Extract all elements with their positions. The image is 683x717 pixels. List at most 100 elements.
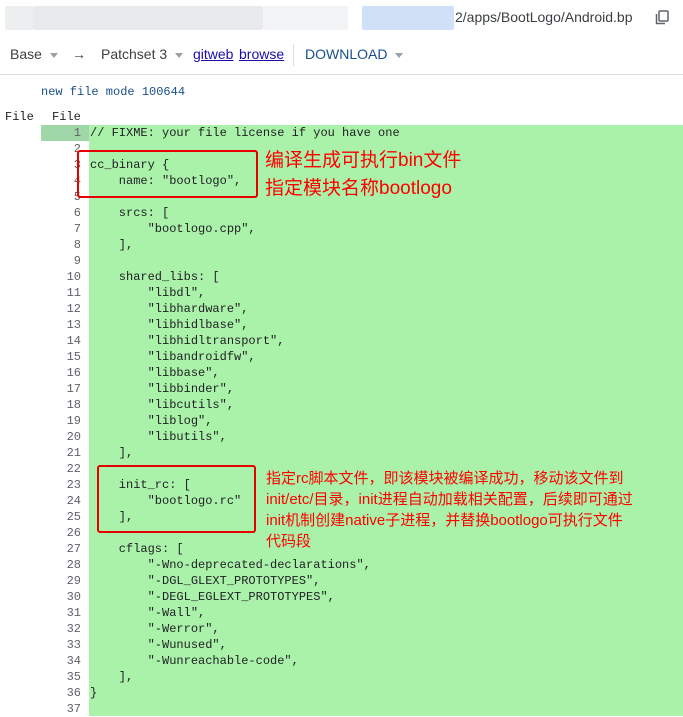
code-text: "-Werror", [90,622,220,636]
line-number[interactable]: 11 [41,285,81,301]
chevron-down-icon [395,52,404,58]
line-number[interactable]: 13 [41,317,81,333]
code-text: "libbase", [90,366,220,380]
code-text: "liblog", [90,414,213,428]
annotation-note-2-line-1: 指定rc脚本文件，即该模块被编译成功，移动该文件到 [266,470,624,487]
redacted-text [33,6,263,30]
base-dropdown[interactable]: Base [10,46,58,62]
line-number[interactable]: 1 [41,125,81,141]
line-number[interactable]: 24 [41,493,81,509]
annotation-note-2-line-4: 代码段 [266,533,312,550]
line-number[interactable]: 26 [41,525,81,541]
line-number[interactable]: 15 [41,349,81,365]
path-bar: 2/apps/BootLogo/Android.bp [0,0,683,36]
code-text: "-Wunused", [90,638,227,652]
gitweb-link[interactable]: gitweb [193,46,233,62]
line-number[interactable]: 36 [41,685,81,701]
code-line: 6 srcs: [ [0,205,683,221]
line-number[interactable]: 7 [41,221,81,237]
code-text: "libutils", [90,430,227,444]
code-text: shared_libs: [ [90,270,220,284]
patchset-label: Patchset 3 [101,46,168,62]
code-line: 29 "-DGL_GLEXT_PROTOTYPES", [0,573,683,589]
code-line: 13 "libhidlbase", [0,317,683,333]
annotation-note-2-line-3: init机制创建native子进程，并替换bootlogo可执行文件 [266,512,623,529]
annotation-box-init-rc [97,465,256,533]
file-path: 2/apps/BootLogo/Android.bp [455,9,633,25]
toolbar-divider [293,44,294,66]
line-number[interactable]: 9 [41,253,81,269]
code-line: 31 "-Wall", [0,605,683,621]
line-number[interactable]: 5 [41,189,81,205]
download-button[interactable]: DOWNLOAD [305,46,404,62]
code-text: "libdl", [90,286,206,300]
line-number[interactable]: 2 [41,141,81,157]
code-text: // FIXME: your file license if you have … [90,126,400,140]
line-number[interactable]: 30 [41,589,81,605]
file-mode-line: new file mode 100644 [41,85,186,99]
patchset-dropdown[interactable]: Patchset 3 [101,46,184,62]
code-line: 11 "libdl", [0,285,683,301]
line-number[interactable]: 34 [41,653,81,669]
line-number[interactable]: 10 [41,269,81,285]
redacted-text [5,6,33,30]
code-line: 8 ], [0,237,683,253]
code-text: "libbinder", [90,382,235,396]
line-number[interactable]: 32 [41,621,81,637]
code-text: "libcutils", [90,398,235,412]
line-number[interactable]: 20 [41,429,81,445]
line-number[interactable]: 21 [41,445,81,461]
code-text: "libandroidfw", [90,350,256,364]
line-number[interactable]: 35 [41,669,81,685]
line-number[interactable]: 19 [41,413,81,429]
code-diff: 1 // FIXME: your file license if you have… [0,125,683,717]
code-text: cflags: [ [90,542,184,556]
arrow-icon: → [72,46,86,62]
line-number[interactable]: 3 [41,157,81,173]
line-number[interactable]: 33 [41,637,81,653]
line-number[interactable]: 29 [41,573,81,589]
code-line: 7 "bootlogo.cpp", [0,221,683,237]
line-number[interactable]: 37 [41,701,81,717]
line-number[interactable]: 4 [41,173,81,189]
line-number[interactable]: 23 [41,477,81,493]
code-text: "-Wunreachable-code", [90,654,299,668]
line-number[interactable]: 28 [41,557,81,573]
code-line: 14 "libhidltransport", [0,333,683,349]
line-number[interactable]: 31 [41,605,81,621]
code-text: } [90,686,98,700]
line-number[interactable]: 6 [41,205,81,221]
code-text: "libhardware", [90,302,249,316]
code-text: ], [90,238,134,252]
code-text: "-Wno-deprecated-declarations", [90,558,371,572]
annotation-note-2-line-2: init/etc/目录，init进程自动加载相关配置，后续即可通过 [266,491,633,508]
code-text: ], [90,446,134,460]
code-line: 19 "liblog", [0,413,683,429]
line-number[interactable]: 25 [41,509,81,525]
code-line: 27 cflags: [ [0,541,683,557]
code-line: 21 ], [0,445,683,461]
redacted-text [263,6,348,30]
line-number[interactable]: 8 [41,237,81,253]
annotation-box-cc-binary [77,150,258,198]
line-number[interactable]: 12 [41,301,81,317]
code-text: "-DGL_GLEXT_PROTOTYPES", [90,574,321,588]
line-number[interactable]: 18 [41,397,81,413]
code-line: 16 "libbase", [0,365,683,381]
base-label: Base [10,46,42,62]
right-file-header: File [52,110,81,124]
browse-link[interactable]: browse [239,46,284,62]
redacted-text [362,6,454,30]
annotation-note-1-line-2: 指定模块名称bootlogo [265,178,452,199]
download-label: DOWNLOAD [305,46,388,62]
line-number[interactable]: 27 [41,541,81,557]
code-line: 18 "libcutils", [0,397,683,413]
code-line: 34 "-Wunreachable-code", [0,653,683,669]
line-number[interactable]: 17 [41,381,81,397]
line-number[interactable]: 16 [41,365,81,381]
copy-icon[interactable] [655,10,669,25]
code-line: 9 [0,253,683,269]
line-number[interactable]: 14 [41,333,81,349]
line-number[interactable]: 22 [41,461,81,477]
code-line: 10 shared_libs: [ [0,269,683,285]
